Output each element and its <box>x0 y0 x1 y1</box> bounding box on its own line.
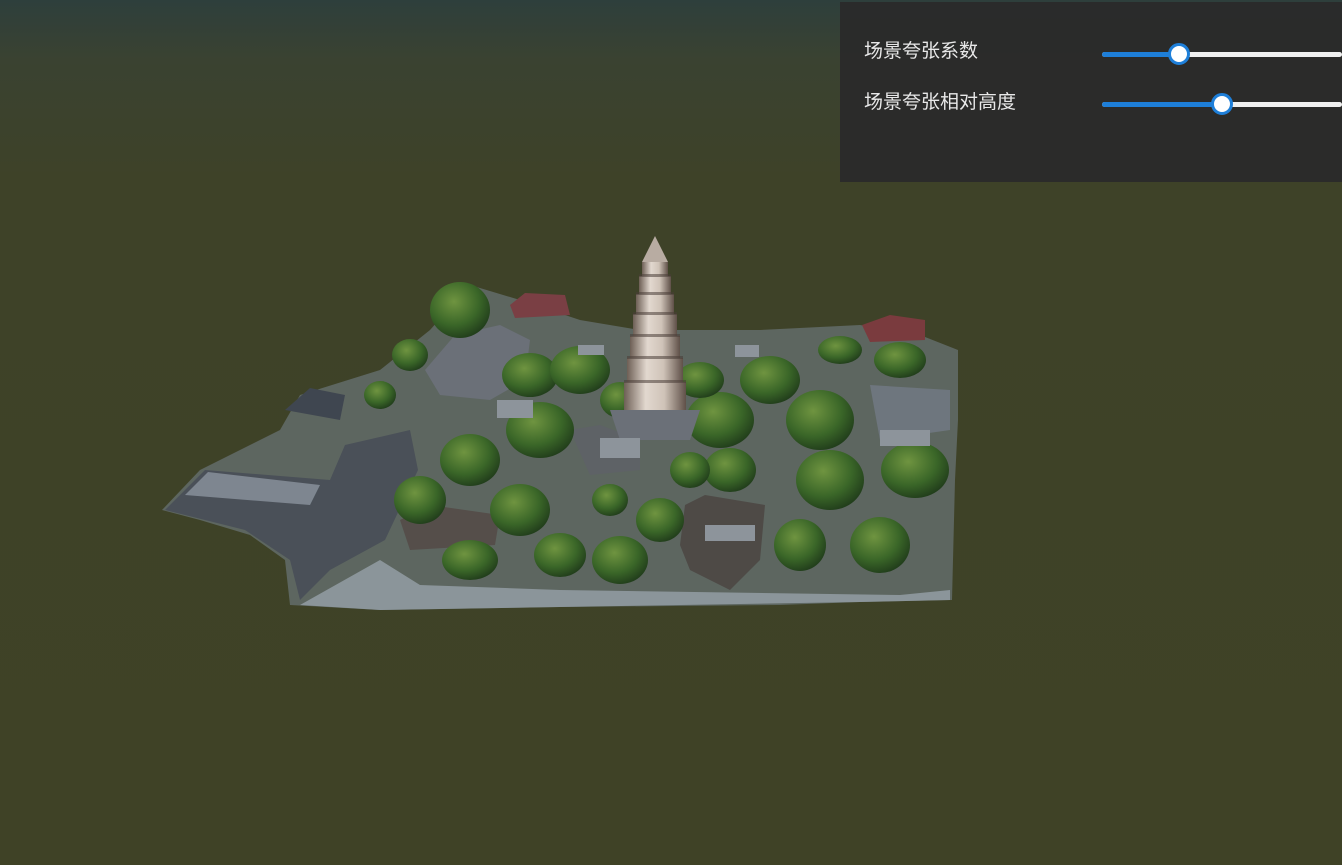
slider-thumb[interactable] <box>1167 43 1190 65</box>
exaggeration-factor-slider[interactable] <box>1102 43 1342 65</box>
slider-fill <box>1102 102 1222 107</box>
model-top-right-roof <box>862 315 925 342</box>
slider-thumb[interactable] <box>1211 93 1233 115</box>
exaggeration-factor-label: 场景夸张系数 <box>864 40 979 62</box>
exaggeration-relative-height-label: 场景夸张相对高度 <box>864 91 1017 113</box>
exaggeration-toolbar: 场景夸张系数 场景夸张相对高度 <box>840 2 1342 182</box>
exaggeration-relative-height-slider[interactable] <box>1102 93 1342 115</box>
model-top-left-roof <box>510 293 570 318</box>
cesium-viewer[interactable]: 场景夸张系数 场景夸张相对高度 <box>0 0 1342 865</box>
